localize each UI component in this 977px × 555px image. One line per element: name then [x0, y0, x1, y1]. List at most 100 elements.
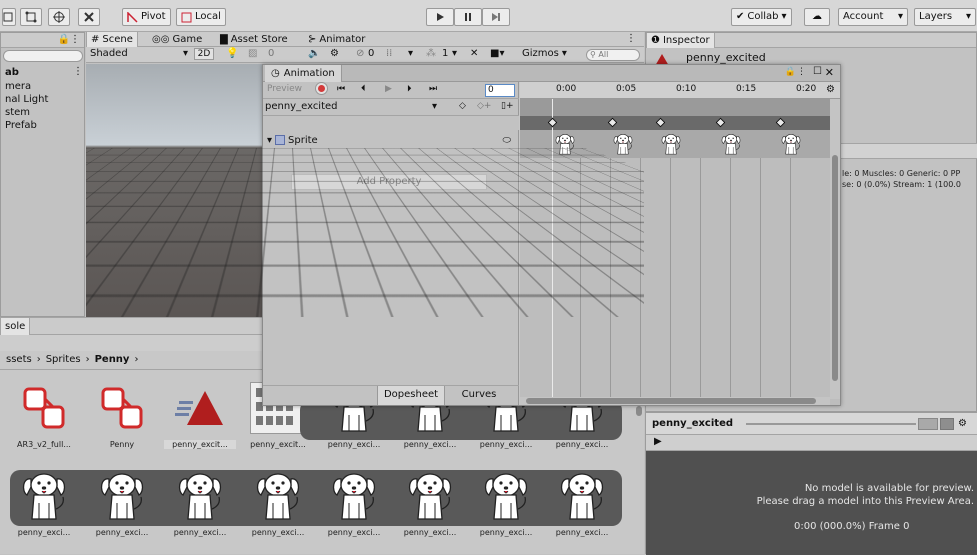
vertical-scrollbar-thumb[interactable]	[832, 155, 838, 381]
preview-settings-icon[interactable]	[940, 418, 954, 430]
asset-sprite[interactable]: penny_exci...	[394, 470, 466, 537]
lock-icon[interactable]: 🔒	[58, 33, 70, 47]
keyframe-toggle-icon[interactable]: ⬭	[502, 135, 511, 146]
account-dropdown[interactable]: Account ▾	[838, 8, 908, 26]
breadcrumb-assets[interactable]: ssets	[6, 354, 32, 365]
rect-tool-button[interactable]	[20, 8, 42, 26]
asset-penny-prefab[interactable]: Penny	[86, 382, 158, 449]
time-ruler[interactable]: 0:00 0:05 0:10 0:15 0:20 ⚙	[520, 82, 840, 99]
hand-tool-button[interactable]	[2, 8, 16, 26]
add-event-icon[interactable]: ◇+	[477, 101, 491, 111]
tab-inspector[interactable]: ❶ Inspector	[646, 33, 715, 48]
asset-sprite[interactable]: penny_exci...	[242, 470, 314, 537]
tab-dopesheet[interactable]: Dopesheet	[377, 386, 445, 405]
event-row	[520, 99, 830, 116]
first-keyframe-icon[interactable]: ⏮	[337, 84, 345, 94]
tab-animator[interactable]: ⊱ Animator	[304, 32, 369, 47]
preview-toggle[interactable]: Preview	[267, 84, 302, 94]
scene-search-input[interactable]: ⚲ All	[586, 49, 640, 61]
add-keyframe-icon[interactable]: ◇	[459, 101, 466, 111]
hierarchy-item-prefab[interactable]: Prefab	[5, 120, 37, 131]
audio-icon[interactable]: 🔈	[308, 48, 320, 59]
step-button[interactable]	[482, 8, 510, 26]
sprite-keyframe[interactable]	[612, 132, 634, 156]
property-row-sprite[interactable]: ▾ Sprite ⬭	[263, 130, 519, 150]
tab-animation[interactable]: ◷ Animation	[265, 65, 342, 82]
image-icon[interactable]: ▨	[248, 48, 257, 59]
camera-icon[interactable]: ■▾	[490, 48, 504, 59]
project-scrollbar[interactable]	[636, 406, 642, 416]
gear-icon[interactable]: ⚙	[826, 84, 835, 95]
tab-console[interactable]: sole	[0, 318, 31, 335]
custom-tool-button[interactable]	[78, 8, 100, 26]
sprite-keyframe[interactable]	[780, 132, 802, 156]
local-toggle[interactable]: Local	[176, 8, 226, 26]
breadcrumb-penny[interactable]: Penny	[95, 354, 130, 365]
sprite-keyframe[interactable]	[660, 132, 682, 156]
playhead[interactable]	[552, 99, 553, 399]
add-property-button[interactable]: Add Property	[291, 174, 487, 190]
lock-icon[interactable]: 🔒	[785, 67, 796, 77]
cloud-button[interactable]: ☁	[804, 8, 830, 26]
menu-icon[interactable]: ⋮	[70, 33, 80, 47]
shading-mode-dropdown[interactable]: Shaded ▾	[90, 48, 188, 59]
layers-dropdown[interactable]: Layers ▾	[914, 8, 976, 26]
gear-icon[interactable]: ⚙	[958, 418, 977, 430]
tools-icon[interactable]: ✕	[470, 48, 478, 59]
record-button[interactable]	[315, 82, 328, 95]
menu-icon[interactable]: ⋮	[626, 32, 636, 46]
property-name: Sprite	[288, 134, 318, 146]
asset-animation-clip[interactable]: penny_excit...	[164, 382, 236, 449]
close-icon[interactable]: ✕	[825, 66, 834, 79]
pause-button[interactable]	[454, 8, 482, 26]
sprite-keyframe[interactable]	[720, 132, 742, 156]
gizmos-dropdown[interactable]: Gizmos ▾	[522, 48, 567, 59]
sprite-keyframe[interactable]	[554, 132, 576, 156]
asset-sprite[interactable]: penny_exci...	[318, 470, 390, 537]
breadcrumb-sprites[interactable]: Sprites	[46, 354, 81, 365]
frame-input[interactable]: 0	[485, 84, 515, 97]
play-icon[interactable]: ▶	[385, 84, 392, 94]
scene-menu-icon[interactable]: ⋮	[73, 66, 83, 77]
visibility-icon[interactable]: ⊘	[356, 48, 364, 59]
asset-sprite[interactable]: penny_exci...	[86, 470, 158, 537]
increment-snap-icon[interactable]: ⁂	[426, 48, 436, 59]
pivot-toggle[interactable]: Pivot	[122, 8, 171, 26]
asset-sprite[interactable]: penny_exci...	[470, 470, 542, 537]
chevron-down-icon[interactable]: ▾	[408, 48, 413, 59]
hierarchy-item-scene[interactable]: ab	[5, 67, 19, 78]
asset-sprite[interactable]: penny_exci...	[164, 470, 236, 537]
timeline-pane[interactable]: 0:00 0:05 0:10 0:15 0:20 ⚙	[520, 82, 840, 405]
curve-header-spacer	[263, 116, 519, 130]
hierarchy-item-system[interactable]: stem	[5, 107, 30, 118]
2d-toggle[interactable]: 2D	[194, 48, 214, 60]
hierarchy-search-input[interactable]	[3, 50, 83, 62]
last-keyframe-icon[interactable]: ⏭	[429, 84, 437, 94]
play-button[interactable]	[426, 8, 454, 26]
hierarchy-item-camera[interactable]: mera	[5, 81, 31, 92]
grid-snap-icon[interactable]: ⁞⁞	[386, 48, 392, 59]
tab-curves[interactable]: Curves	[447, 386, 511, 405]
tab-asset-store[interactable]: ▇ Asset Store	[216, 32, 292, 47]
lighting-icon[interactable]: 💡	[226, 48, 238, 59]
next-keyframe-icon[interactable]: ⏵	[407, 84, 412, 94]
add-event-marker-icon[interactable]: ▯+	[501, 101, 514, 111]
tab-game[interactable]: ◎◎ Game	[148, 32, 206, 47]
stats-line-1: le: 0 Muscles: 0 Generic: 0 PP	[842, 169, 961, 178]
asset-ar3-prefab[interactable]: AR3_v2_full...	[8, 382, 80, 449]
chevron-down-icon[interactable]: ▾	[452, 48, 457, 59]
clip-dropdown[interactable]: penny_excited ▾	[265, 101, 437, 114]
tab-scene[interactable]: # Scene	[86, 32, 138, 47]
horizontal-scrollbar-thumb[interactable]	[526, 398, 816, 404]
asset-sprite[interactable]: penny_exci...	[546, 470, 618, 537]
hierarchy-item-light[interactable]: nal Light	[5, 94, 48, 105]
maximize-icon[interactable]: ☐	[813, 66, 822, 77]
collab-dropdown[interactable]: ✔ Collab ▾	[731, 8, 792, 26]
effects-icon[interactable]: ⚙	[330, 48, 339, 59]
asset-sprite[interactable]: penny_exci...	[8, 470, 80, 537]
menu-icon[interactable]: ⋮	[797, 67, 806, 77]
prev-keyframe-icon[interactable]: ⏴	[361, 84, 366, 94]
play-icon[interactable]: ▶	[654, 436, 662, 447]
2d-toggle[interactable]	[918, 418, 938, 430]
transform-tool-button[interactable]	[48, 8, 70, 26]
